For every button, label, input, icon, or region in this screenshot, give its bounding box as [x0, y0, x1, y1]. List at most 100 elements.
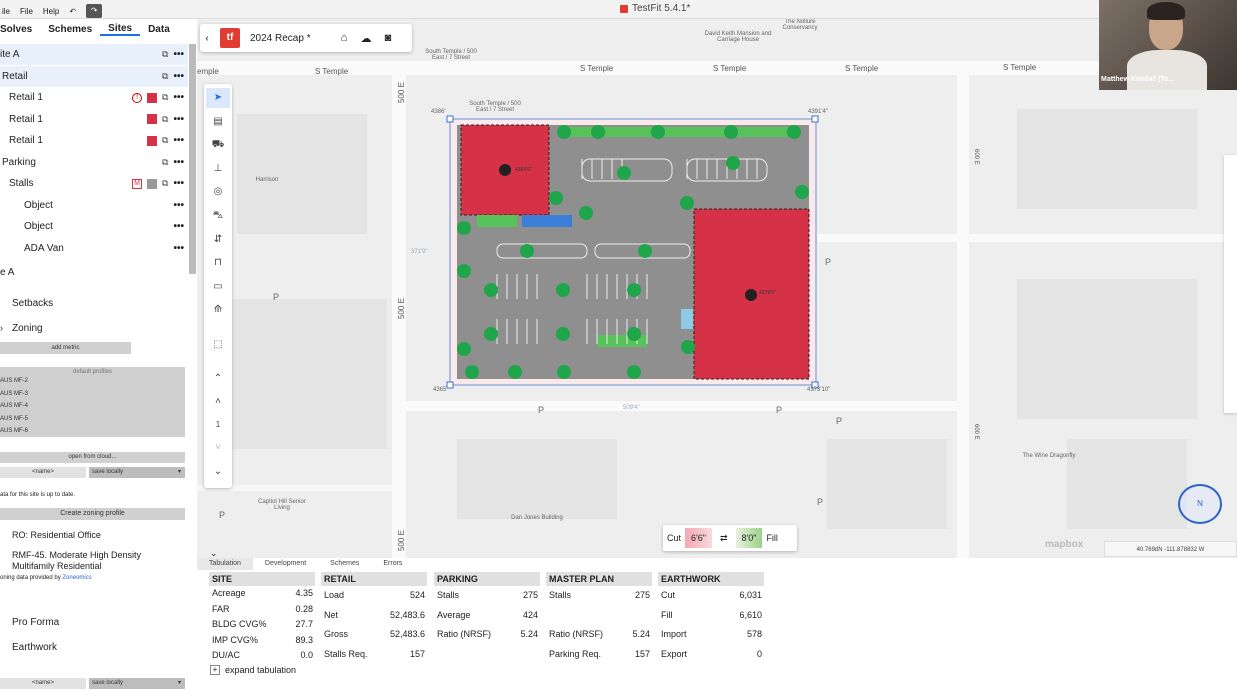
pro-forma-save-select[interactable]: save locally ▾	[89, 678, 185, 689]
tree-item[interactable]: Object •••	[0, 216, 188, 237]
compass-icon[interactable]: N	[1178, 484, 1222, 524]
stamp-tool-icon[interactable]: ⊥	[206, 159, 230, 179]
redo-icon[interactable]: ↷	[86, 4, 103, 18]
metric-label: Gross	[324, 629, 349, 639]
zoneomics-link[interactable]: Zoneomics	[62, 575, 91, 581]
chart-icon[interactable]: ⧉	[162, 71, 168, 82]
open-from-cloud-button[interactable]: open from cloud...	[0, 452, 185, 463]
zoning-section[interactable]: Zoning	[12, 323, 43, 334]
create-zoning-profile-button[interactable]: Create zoning profile	[0, 508, 185, 520]
color-swatch[interactable]	[147, 178, 158, 189]
truck-tool-icon[interactable]: ⛟	[206, 135, 230, 155]
more-options-icon[interactable]: •••	[173, 49, 184, 60]
up-icon[interactable]: ˄	[206, 392, 230, 412]
building-tool-icon[interactable]: ▤	[206, 112, 230, 132]
profile-name-input[interactable]: <name>	[0, 467, 86, 478]
more-options-icon[interactable]: •••	[173, 92, 184, 103]
menu-item-file[interactable]: File	[20, 7, 33, 16]
building-elevation: 4379'0"	[759, 290, 776, 296]
tab-tabulation[interactable]: Tabulation	[197, 558, 253, 570]
add-metric-button[interactable]: add metric	[0, 342, 131, 354]
pro-forma-name-input[interactable]: <name>	[0, 678, 86, 689]
pro-forma-section[interactable]: Pro Forma	[12, 617, 59, 628]
more-options-icon[interactable]: •••	[173, 243, 184, 254]
cut-value[interactable]: 6'6"	[685, 528, 712, 548]
zoning-profile-item[interactable]: AUS MF-3	[0, 391, 185, 404]
expand-tabulation-button[interactable]: + expand tabulation	[210, 665, 296, 675]
down-icon[interactable]: ˅	[206, 438, 230, 458]
more-options-icon[interactable]: •••	[173, 178, 184, 189]
car-tool-icon[interactable]: ⛍	[206, 206, 230, 226]
tree-item[interactable]: ADA Van •••	[0, 238, 188, 259]
tab-errors[interactable]: Errors	[371, 558, 414, 570]
metric-value: 89.3	[295, 634, 313, 645]
right-toolbar[interactable]	[1224, 155, 1237, 413]
menu-item-edit[interactable]: ile	[2, 7, 10, 16]
warning-icon[interactable]: !	[132, 92, 143, 103]
earthwork-section[interactable]: Earthwork	[12, 642, 57, 653]
tree-item[interactable]: Stalls M ⧉ •••	[0, 173, 188, 194]
tree-item[interactable]: Retail ⧉ •••	[0, 65, 188, 87]
ramp-tool-icon[interactable]: ▭	[206, 277, 230, 297]
testfit-logo[interactable]: tf	[220, 28, 240, 48]
chart-icon[interactable]: ⧉	[162, 114, 168, 125]
tree-item[interactable]: ite A ⧉ •••	[0, 44, 188, 65]
more-options-icon[interactable]: •••	[173, 114, 184, 125]
chart-icon[interactable]: ⧉	[162, 49, 168, 60]
setbacks-section[interactable]: Setbacks	[12, 298, 53, 309]
swap-icon[interactable]: ⇄	[720, 533, 728, 544]
color-swatch[interactable]	[147, 114, 158, 124]
camera-icon[interactable]: ◙	[380, 32, 396, 44]
bench-tool-icon[interactable]: ⊓	[206, 253, 230, 273]
map-canvas[interactable]: emple S Temple S Temple S Temple S Templ…	[197, 19, 1237, 558]
double-down-icon[interactable]: ⌄	[206, 462, 230, 482]
chart-icon[interactable]: ⧉	[162, 178, 168, 189]
zone-ro[interactable]: RO: Residential Office	[12, 530, 101, 540]
save-locally-label: save locally	[92, 469, 124, 475]
target-tool-icon[interactable]: ◎	[206, 182, 230, 202]
tab-schemes-bottom[interactable]: Schemes	[318, 558, 371, 570]
chart-icon[interactable]: ⧉	[162, 135, 168, 146]
tree-item[interactable]: Parking ⧉ •••	[0, 152, 188, 173]
cloud-icon[interactable]: ☁	[358, 32, 374, 45]
color-swatch[interactable]	[147, 92, 158, 103]
project-name[interactable]: 2024 Recap *	[250, 33, 330, 44]
select-tool-icon[interactable]: ➤	[206, 88, 230, 108]
tab-sites[interactable]: Sites	[100, 23, 141, 36]
marker-icon[interactable]: M	[132, 178, 143, 189]
double-up-icon[interactable]: ⌃	[206, 369, 230, 389]
undo-icon[interactable]: ↶	[69, 7, 76, 16]
tab-development[interactable]: Development	[253, 558, 318, 570]
home-icon[interactable]: ⌂	[336, 32, 352, 44]
tab-solves[interactable]: Solves	[0, 24, 40, 35]
zoning-profile-item[interactable]: AUS MF-2	[0, 378, 185, 391]
more-options-icon[interactable]: •••	[173, 221, 184, 232]
menu-item-help[interactable]: Help	[43, 7, 59, 16]
zone-rmf45[interactable]: RMF-45. Moderate High Density Multifamil…	[12, 550, 182, 572]
more-options-icon[interactable]: •••	[173, 135, 184, 146]
tree-item[interactable]: Retail 1 ⧉ •••	[0, 130, 188, 151]
chart-icon[interactable]: ⧉	[162, 92, 168, 103]
color-swatch[interactable]	[147, 135, 158, 146]
collapse-chevron-icon[interactable]: ‹	[200, 33, 214, 44]
tree-tool-icon[interactable]: ⟰	[206, 300, 230, 320]
zoning-profile-item[interactable]: AUS MF-4	[0, 403, 185, 416]
area-select-icon[interactable]: ⬚	[206, 335, 230, 355]
tab-data[interactable]: Data	[140, 24, 178, 35]
more-options-icon[interactable]: •••	[173, 200, 184, 211]
zoning-profile-item[interactable]: AUS MF-5	[0, 416, 185, 429]
fill-value[interactable]: 8'0"	[735, 528, 763, 548]
more-options-icon[interactable]: •••	[173, 157, 184, 168]
tree-item[interactable]: Retail 1! ⧉ •••	[0, 87, 188, 108]
building-footprint	[1067, 439, 1187, 529]
zoning-profile-item[interactable]: AUS MF-6	[0, 428, 185, 441]
measure-tool-icon[interactable]: ⇵	[206, 230, 230, 250]
zoning-chevron-icon[interactable]: ›	[0, 323, 3, 333]
tree-scrollbar[interactable]	[189, 44, 196, 274]
chart-icon[interactable]: ⧉	[162, 157, 168, 168]
more-options-icon[interactable]: •••	[173, 71, 184, 82]
tab-schemes[interactable]: Schemes	[40, 24, 100, 35]
tree-item[interactable]: Retail 1 ⧉ •••	[0, 109, 188, 130]
tree-item[interactable]: Object •••	[0, 195, 188, 216]
save-locally-select[interactable]: save locally ▾	[89, 467, 185, 478]
